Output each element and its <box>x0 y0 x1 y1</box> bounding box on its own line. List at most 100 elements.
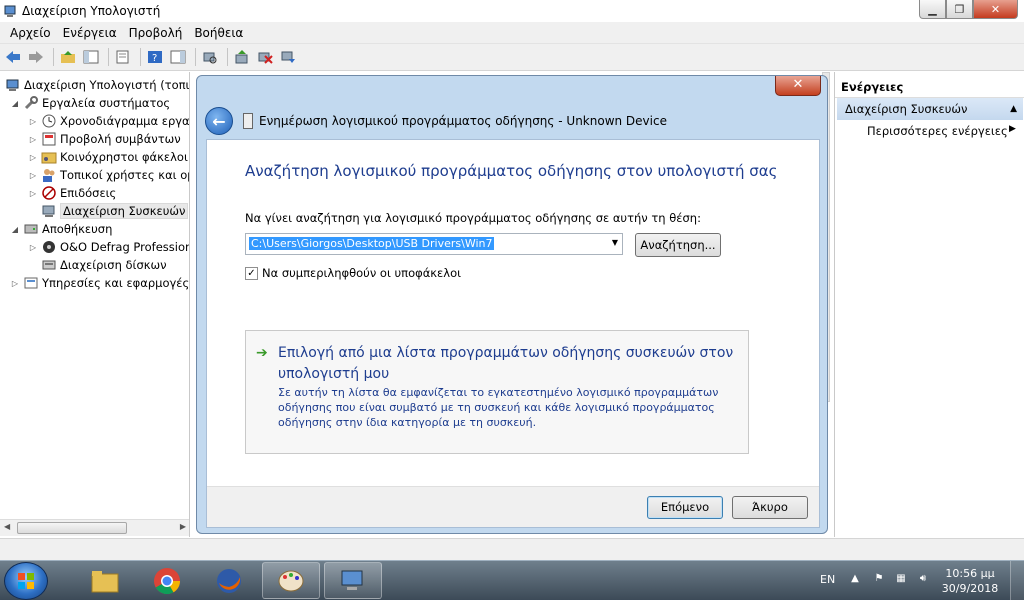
performance-icon <box>41 185 57 201</box>
browse-button[interactable]: Αναζήτηση... <box>635 233 721 257</box>
back-arrow-icon[interactable] <box>3 47 23 67</box>
actions-section-device-manager[interactable]: Διαχείριση Συσκευών ▲ <box>837 98 1023 120</box>
more-actions-item[interactable]: Περισσότερες ενέργειες ▶ <box>867 124 1016 138</box>
search-location-label: Να γίνει αναζήτηση για λογισμικό προγράμ… <box>245 211 701 225</box>
update-driver-icon[interactable] <box>232 47 252 67</box>
back-button[interactable]: ← <box>205 107 233 135</box>
tree-item-local-users[interactable]: ▷ Τοπικοί χρήστες και ομ <box>28 166 189 184</box>
tree-item-event-viewer[interactable]: ▷ Προβολή συμβάντων <box>28 130 181 148</box>
taskbar-paint[interactable] <box>262 562 320 599</box>
menu-view[interactable]: Προβολή <box>123 26 189 40</box>
start-button[interactable] <box>4 562 48 600</box>
clock-date: 30/9/2018 <box>941 582 999 595</box>
computer-management-icon <box>4 5 16 17</box>
show-tree-icon[interactable] <box>81 47 101 67</box>
network-icon[interactable]: ▦ <box>894 573 908 587</box>
enable-device-icon[interactable] <box>278 47 298 67</box>
path-combobox[interactable]: C:\Users\Giorgos\Desktop\USB Drivers\Win… <box>245 233 623 255</box>
tree-item-shared-folders[interactable]: ▷ Κοινόχρηστοι φάκελοι <box>28 148 188 166</box>
uninstall-device-icon[interactable] <box>255 47 275 67</box>
tree-item-device-manager[interactable]: Διαχείριση Συσκευών <box>38 202 189 220</box>
collapse-arrow-icon[interactable]: ◢ <box>10 225 20 234</box>
pick-from-list-option[interactable]: ➔ Επιλογή από μια λίστα προγραμμάτων οδή… <box>245 330 749 454</box>
taskbar-firefox[interactable] <box>200 562 258 599</box>
taskbar-chrome[interactable] <box>138 562 196 599</box>
taskbar-computer-management[interactable] <box>324 562 382 599</box>
device-icon <box>243 113 253 129</box>
dialog-title: Ενημέρωση λογισμικού προγράμματος οδήγησ… <box>259 114 667 128</box>
tree-item-system-tools[interactable]: ◢ Εργαλεία συστήματος <box>10 94 170 112</box>
next-button[interactable]: Επόμενο <box>647 496 723 519</box>
tools-icon <box>23 95 39 111</box>
tree-item-oo-defrag[interactable]: ▷ O&O Defrag Profession <box>28 238 189 256</box>
cancel-button[interactable]: Άκυρο <box>732 496 808 519</box>
dialog-header: ← Ενημέρωση λογισμικού προγράμματος οδήγ… <box>205 102 819 140</box>
actions-header: Ενέργειες <box>835 76 1024 98</box>
users-icon <box>41 167 57 183</box>
defrag-icon <box>41 239 57 255</box>
volume-icon[interactable]: 🔊︎ <box>916 573 930 587</box>
forward-arrow-icon[interactable] <box>26 47 46 67</box>
show-action-pane-icon[interactable] <box>168 47 188 67</box>
page-heading: Αναζήτηση λογισμικού προγράμματος οδήγησ… <box>245 162 778 180</box>
expand-arrow-icon[interactable]: ▷ <box>28 189 38 198</box>
pick-from-list-title[interactable]: Επιλογή από μια λίστα προγραμμάτων οδήγη… <box>278 343 748 385</box>
maximize-button[interactable]: ❐ <box>946 0 973 19</box>
menu-help[interactable]: Βοήθεια <box>188 26 249 40</box>
expand-arrow-icon[interactable]: ▷ <box>28 171 38 180</box>
up-folder-icon[interactable] <box>58 47 78 67</box>
close-button[interactable]: ✕ <box>973 0 1018 19</box>
submenu-arrow-icon: ▶ <box>1009 124 1016 134</box>
services-icon <box>23 275 39 291</box>
scroll-right-icon[interactable]: ▶ <box>180 522 186 531</box>
collapse-arrow-icon[interactable]: ▲ <box>1010 98 1017 120</box>
path-value[interactable]: C:\Users\Giorgos\Desktop\USB Drivers\Win… <box>249 237 495 250</box>
clock[interactable]: 10:56 μμ 30/9/2018 <box>940 566 1000 596</box>
help-icon[interactable]: ? <box>145 47 165 67</box>
include-subfolders-checkbox[interactable]: ✓ <box>245 266 258 280</box>
green-arrow-icon: ➔ <box>256 345 268 361</box>
scrollbar-thumb[interactable] <box>17 522 127 534</box>
dropdown-arrow-icon[interactable]: ▼ <box>612 238 618 247</box>
tree-item-task-scheduler[interactable]: ▷ Χρονοδιάγραμμα εργασ <box>28 112 189 130</box>
expand-arrow-icon[interactable]: ▷ <box>28 243 38 252</box>
action-center-flag-icon[interactable]: ⚑ <box>872 573 886 587</box>
language-indicator[interactable]: EN <box>820 573 835 586</box>
taskbar: EN ▲ ⚑ ▦ 🔊︎ 10:56 μμ 30/9/2018 <box>0 560 1024 600</box>
tree-item-storage[interactable]: ◢ Αποθήκευση <box>10 220 112 238</box>
include-subfolders-label[interactable]: Να συμπεριληφθούν οι υποφάκελοι <box>262 266 461 280</box>
storage-icon <box>23 221 39 237</box>
dialog-close-button[interactable]: ✕ <box>775 76 821 96</box>
title-bar: Διαχείριση Υπολογιστή ▁ ❐ ✕ <box>0 0 1024 22</box>
menu-action[interactable]: Ενέργεια <box>57 26 123 40</box>
scan-hardware-icon[interactable] <box>200 47 220 67</box>
taskbar-explorer[interactable] <box>76 562 134 599</box>
expand-arrow-icon[interactable]: ▷ <box>10 279 20 288</box>
collapse-arrow-icon[interactable]: ◢ <box>10 99 20 108</box>
minimize-button[interactable]: ▁ <box>919 0 946 19</box>
expand-arrow-icon[interactable]: ▷ <box>28 135 38 144</box>
menu-file[interactable]: Αρχείο <box>4 26 57 40</box>
tree-item-disk-management[interactable]: Διαχείριση δίσκων <box>38 256 167 274</box>
menu-bar: Αρχείο Ενέργεια Προβολή Βοήθεια <box>0 22 1024 44</box>
scroll-left-icon[interactable]: ◀ <box>4 522 10 531</box>
tree-item-performance[interactable]: ▷ Επιδόσεις <box>28 184 116 202</box>
properties-icon[interactable] <box>113 47 133 67</box>
folder-icon <box>91 570 119 592</box>
pick-from-list-description: Σε αυτήν τη λίστα θα εμφανίζεται το εγκα… <box>278 386 719 429</box>
show-desktop-button[interactable] <box>1010 561 1024 600</box>
show-hidden-icons-icon[interactable]: ▲ <box>848 573 862 587</box>
actions-pane: Ενέργειες Διαχείριση Συσκευών ▲ Περισσότ… <box>834 72 1024 537</box>
device-manager-icon <box>41 203 57 219</box>
paint-palette-icon <box>278 570 304 591</box>
tree-horizontal-scrollbar[interactable]: ◀ ▶ <box>0 519 189 536</box>
tree-item-services-applications[interactable]: ▷ Υπηρεσίες και εφαρμογές <box>10 274 189 292</box>
tree-item-computer-management[interactable]: Διαχείριση Υπολογιστή (τοπικ <box>2 76 189 94</box>
expand-arrow-icon[interactable]: ▷ <box>28 153 38 162</box>
console-tree: Διαχείριση Υπολογιστή (τοπικ ◢ Εργαλεία … <box>0 72 190 537</box>
update-driver-dialog: ✕ ← Ενημέρωση λογισμικού προγράμματος οδ… <box>196 75 828 534</box>
dialog-footer: Επόμενο Άκυρο <box>207 486 819 527</box>
expand-arrow-icon[interactable]: ▷ <box>28 117 38 126</box>
window-title: Διαχείριση Υπολογιστή <box>22 4 161 18</box>
computer-management-icon <box>5 77 21 93</box>
